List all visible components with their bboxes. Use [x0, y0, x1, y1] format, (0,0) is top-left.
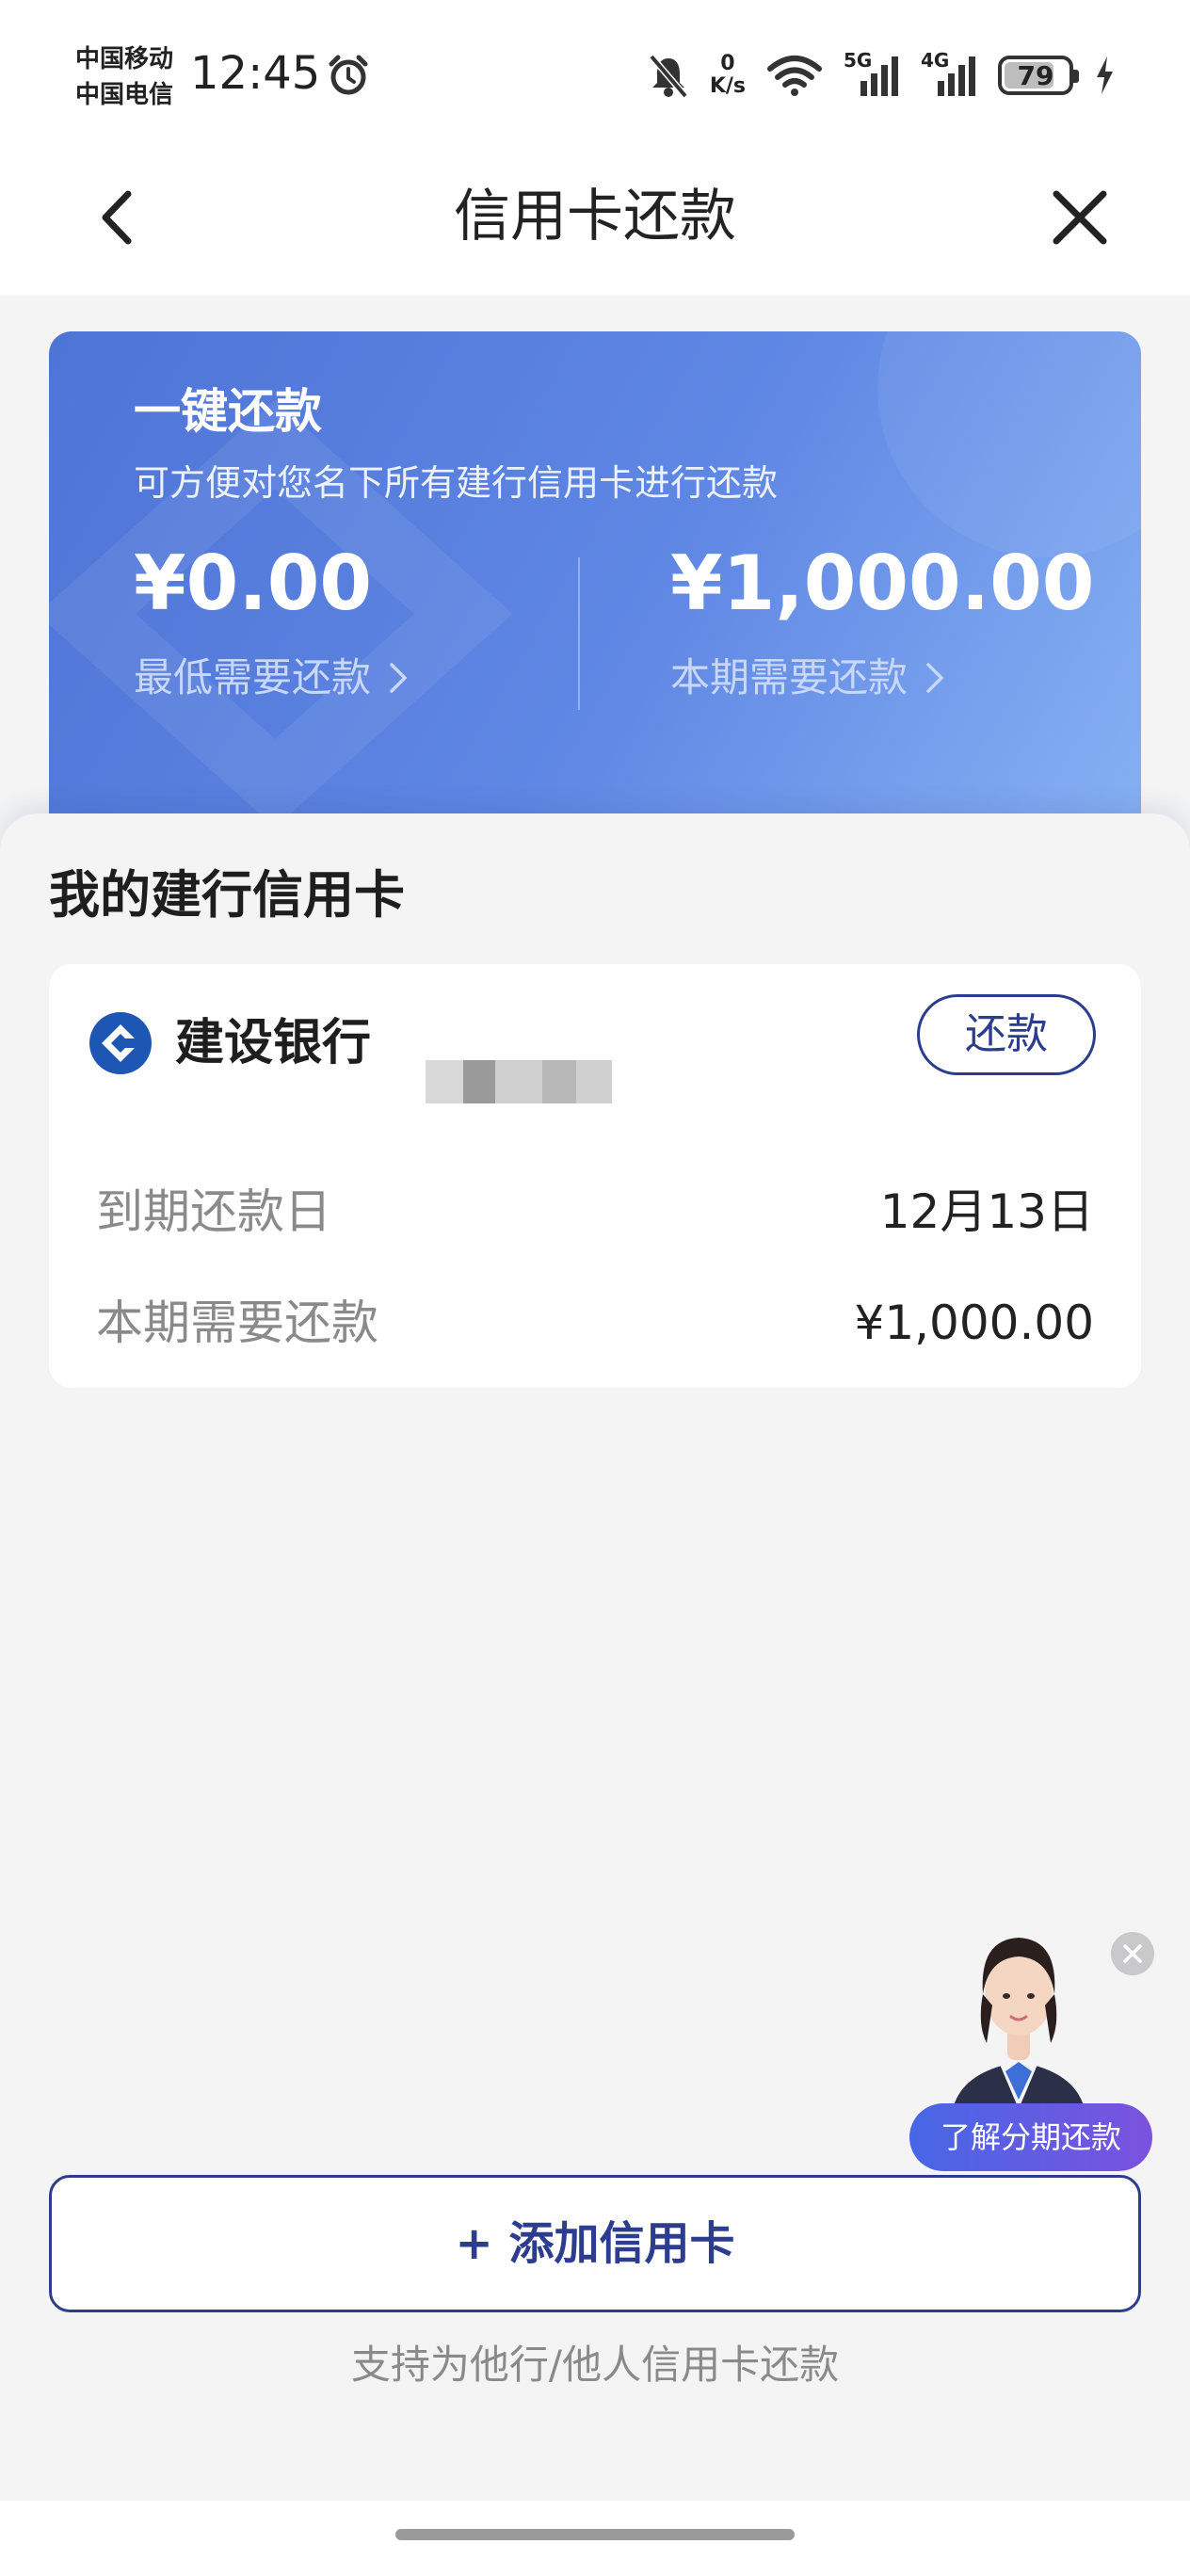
quick-repay-card: 一键还款 可方便对您名下所有建行信用卡进行还款 ¥0.00 ¥1,000.00 …: [49, 331, 1141, 821]
min-repay-amount: ¥0.00: [134, 539, 373, 627]
carrier-2: 中国电信: [75, 81, 174, 109]
due-date-value: 12月13日: [879, 1184, 1094, 1239]
alarm-icon: [329, 55, 368, 95]
chevron-right-icon: [926, 663, 944, 693]
nav-bar: 信用卡还款: [0, 141, 1190, 296]
signal-1: 5G: [844, 49, 900, 98]
current-repay-amount: ¥1,000.00: [670, 539, 1095, 627]
statement-amount-label: 本期需要还款: [96, 1296, 378, 1350]
mute-bell-icon: [649, 54, 688, 98]
min-repay-link[interactable]: 最低需要还款: [134, 652, 409, 704]
signal-icon: [860, 56, 898, 96]
home-indicator[interactable]: [395, 2529, 795, 2540]
statement-amount-value: ¥1,000.00: [854, 1296, 1094, 1350]
status-icons: 0 K/s 5G 4G 79: [648, 49, 1115, 102]
charging-icon: [1097, 56, 1113, 94]
close-icon[interactable]: [1111, 1932, 1154, 1975]
masked-pixel: [576, 1060, 612, 1103]
carrier-names: 中国移动 中国电信: [75, 41, 173, 113]
close-icon[interactable]: [1037, 175, 1122, 260]
battery-icon: 79: [998, 56, 1079, 95]
net-speed: 0 K/s: [710, 53, 746, 98]
masked-card-number: [369, 1002, 764, 1103]
section-title: 我的建行信用卡: [49, 865, 405, 925]
amount-divider: [578, 557, 580, 710]
bank-name: 建设银行: [175, 1015, 372, 1071]
min-repay-label: 最低需要还款: [134, 654, 372, 700]
net-speed-unit: K/s: [709, 74, 746, 98]
repay-button[interactable]: 还款: [917, 994, 1096, 1075]
quick-repay-subtitle: 可方便对您名下所有建行信用卡进行还款: [134, 462, 779, 504]
net-speed-value: 0: [720, 52, 735, 75]
signal-2: 4G: [921, 49, 977, 98]
wifi-icon: [767, 56, 822, 96]
installment-info-bubble[interactable]: 了解分期还款: [909, 2103, 1152, 2171]
battery-level: 79: [1017, 59, 1054, 91]
battery-cap: [1073, 70, 1079, 83]
quick-repay-title: 一键还款: [134, 384, 322, 439]
status-time: 12:45: [190, 47, 321, 100]
add-card-button[interactable]: + 添加信用卡: [49, 2175, 1141, 2312]
masked-pixel: [463, 1060, 495, 1103]
status-bar: 中国移动 中国电信 12:45 0 K/s 5G 4G 79: [0, 0, 1190, 141]
due-date-label: 到期还款日: [96, 1184, 331, 1239]
ccb-logo-icon: [89, 1012, 152, 1074]
current-repay-label: 本期需要还款: [670, 654, 909, 700]
signal-icon: [938, 56, 975, 96]
credit-card-item: 建设银行 还款 到期还款日 12月13日 本期需要还款 ¥1,000.00: [49, 964, 1141, 1388]
masked-pixel: [542, 1060, 576, 1103]
assistant-avatar[interactable]: [943, 1911, 1094, 2109]
current-repay-link[interactable]: 本期需要还款: [670, 652, 945, 704]
masked-pixel: [426, 1060, 463, 1103]
page-title: 信用卡还款: [454, 184, 736, 250]
bottom-bar: [0, 2501, 1190, 2576]
masked-pixel: [495, 1060, 542, 1103]
chevron-right-icon: [390, 663, 408, 693]
carrier-1: 中国移动: [75, 45, 174, 73]
add-card-note: 支持为他行/他人信用卡还款: [350, 2342, 840, 2388]
